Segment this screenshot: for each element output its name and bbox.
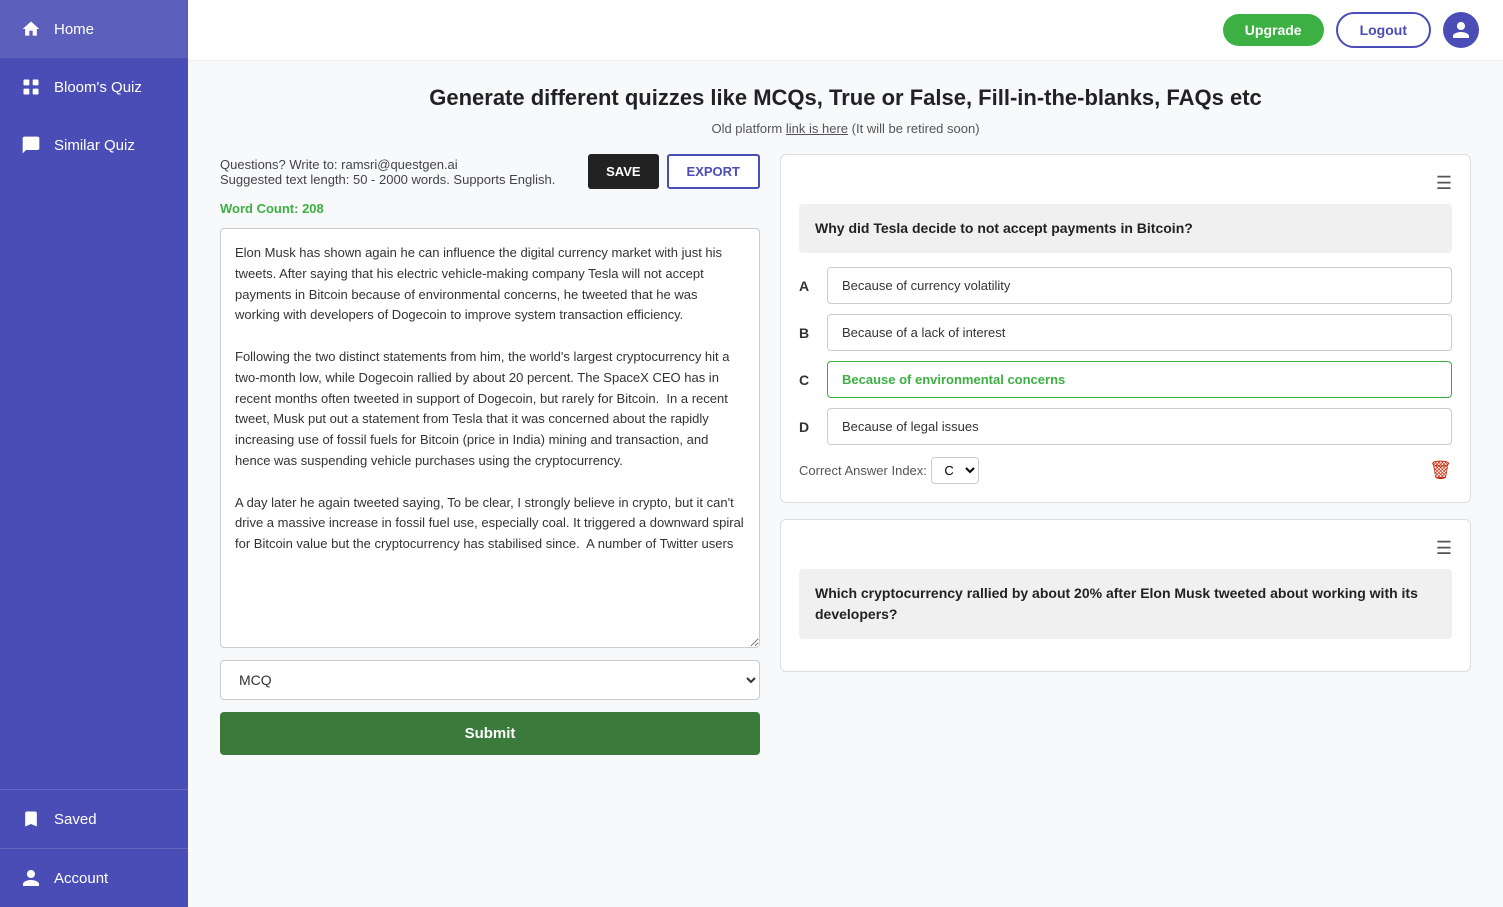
quiz-type-select[interactable]: MCQ True or False Fill-in-the-blanks FAQ… — [220, 660, 760, 700]
answer-option-1d: D — [799, 408, 1452, 445]
upgrade-button[interactable]: Upgrade — [1223, 14, 1324, 46]
question-text-1: Why did Tesla decide to not accept payme… — [799, 204, 1452, 253]
option-label-d: D — [799, 419, 815, 435]
sidebar-item-account-label: Account — [54, 870, 108, 887]
card-menu-1: ☰ — [799, 173, 1452, 194]
bookmark-icon — [20, 808, 42, 830]
option-input-1b[interactable] — [827, 314, 1452, 351]
answer-option-1a: A — [799, 267, 1452, 304]
header: Upgrade Logout — [188, 0, 1503, 61]
quiz-icon — [20, 76, 42, 98]
save-button[interactable]: SAVE — [588, 154, 658, 189]
sidebar-item-saved-label: Saved — [54, 811, 97, 828]
chat-icon — [20, 134, 42, 156]
option-input-1d[interactable] — [827, 408, 1452, 445]
export-button[interactable]: EXPORT — [667, 154, 760, 189]
old-platform-link[interactable]: link is here — [786, 121, 848, 136]
page-title: Generate different quizzes like MCQs, Tr… — [220, 85, 1471, 111]
card-menu-icon-2[interactable]: ☰ — [1436, 538, 1452, 559]
question-text-2: Which cryptocurrency rallied by about 20… — [799, 569, 1452, 639]
logout-button[interactable]: Logout — [1336, 12, 1431, 48]
option-input-1c[interactable] — [827, 361, 1452, 398]
sidebar-item-blooms-quiz[interactable]: Bloom's Quiz — [0, 58, 188, 116]
delete-icon-1[interactable]: 🗑 — [1429, 460, 1452, 481]
avatar[interactable] — [1443, 12, 1479, 48]
main-content: Upgrade Logout Generate different quizze… — [188, 0, 1503, 907]
answer-option-1b: B — [799, 314, 1452, 351]
sidebar-bottom: Saved Account — [0, 789, 188, 907]
sidebar-item-account[interactable]: Account — [0, 848, 188, 907]
sidebar: Home Bloom's Quiz Similar Quiz Saved Acc… — [0, 0, 188, 907]
home-icon — [20, 18, 42, 40]
page-body: Generate different quizzes like MCQs, Tr… — [188, 61, 1503, 907]
text-input[interactable] — [220, 228, 760, 648]
correct-answer-select-1[interactable]: A B C D — [931, 457, 979, 484]
card-menu-2: ☰ — [799, 538, 1452, 559]
answer-option-1c: C — [799, 361, 1452, 398]
card-menu-icon-1[interactable]: ☰ — [1436, 173, 1452, 194]
action-buttons: SAVE EXPORT — [588, 154, 760, 189]
sidebar-item-home[interactable]: Home — [0, 0, 188, 58]
option-label-b: B — [799, 325, 815, 341]
option-label-a: A — [799, 278, 815, 294]
sidebar-item-saved[interactable]: Saved — [0, 789, 188, 848]
left-panel: Questions? Write to: ramsri@questgen.ai … — [220, 154, 760, 755]
card-footer-1: Correct Answer Index: A B C D 🗑 — [799, 457, 1452, 484]
submit-button[interactable]: Submit — [220, 712, 760, 755]
option-label-c: C — [799, 372, 815, 388]
contact-info: Questions? Write to: ramsri@questgen.ai — [220, 157, 555, 172]
old-platform-notice: Old platform link is here (It will be re… — [220, 121, 1471, 136]
info-bar: Questions? Write to: ramsri@questgen.ai … — [220, 154, 760, 189]
correct-answer-label-1: Correct Answer Index: — [799, 463, 927, 478]
sidebar-item-similar-quiz[interactable]: Similar Quiz — [0, 116, 188, 174]
sidebar-item-home-label: Home — [54, 21, 94, 38]
question-card-1: ☰ Why did Tesla decide to not accept pay… — [780, 154, 1471, 503]
sidebar-item-blooms-label: Bloom's Quiz — [54, 79, 142, 96]
suggested-text: Suggested text length: 50 - 2000 words. … — [220, 172, 555, 187]
sidebar-item-similar-label: Similar Quiz — [54, 137, 135, 154]
person-icon — [20, 867, 42, 889]
question-card-2: ☰ Which cryptocurrency rallied by about … — [780, 519, 1471, 672]
word-count: Word Count: 208 — [220, 201, 760, 216]
content-row: Questions? Write to: ramsri@questgen.ai … — [220, 154, 1471, 755]
right-panel: ☰ Why did Tesla decide to not accept pay… — [780, 154, 1471, 672]
option-input-1a[interactable] — [827, 267, 1452, 304]
